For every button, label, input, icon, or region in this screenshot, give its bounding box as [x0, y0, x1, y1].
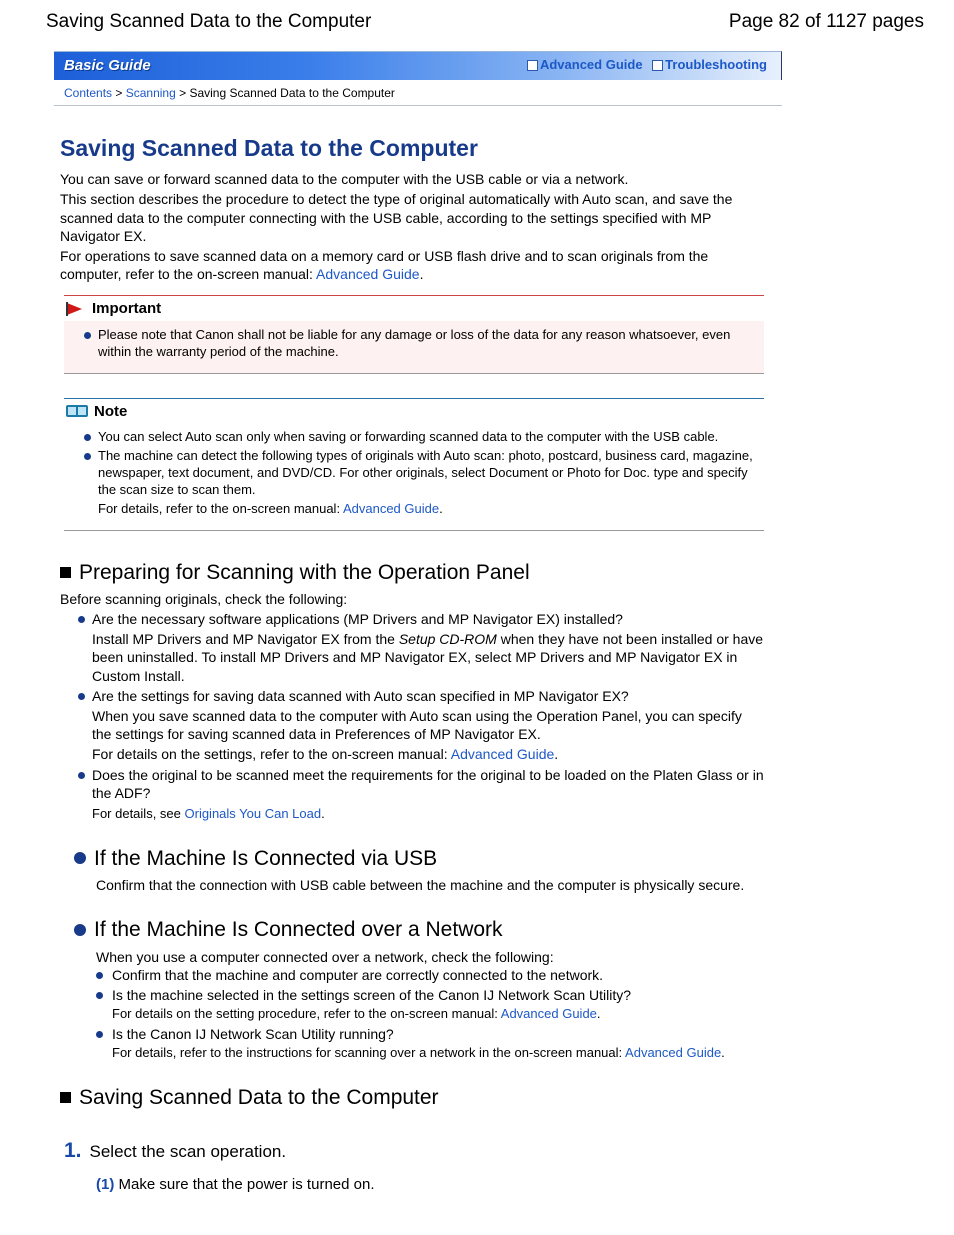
important-body: Please note that Canon shall not be liab… — [64, 321, 764, 374]
prep-b3-tail: For details, see Originals You Can Load. — [60, 806, 764, 823]
substep-1-num: (1) — [96, 1176, 114, 1193]
net-b2-tail-text: For details on the setting procedure, re… — [112, 1006, 501, 1021]
net-intro: When you use a computer connected over a… — [96, 948, 764, 966]
advanced-guide-link[interactable]: Advanced Guide — [316, 266, 420, 282]
net-b3-tail-text: For details, refer to the instructions f… — [112, 1045, 625, 1060]
net-b3-tail: For details, refer to the instructions f… — [96, 1045, 764, 1062]
net-b2: Is the machine selected in the settings … — [96, 986, 764, 1004]
prep-b1-sub: Install MP Drivers and MP Navigator EX f… — [60, 630, 764, 685]
doc-title-header: Saving Scanned Data to the Computer — [46, 10, 371, 35]
net-body: When you use a computer connected over a… — [96, 948, 764, 1063]
step-1-num: 1. — [64, 1137, 82, 1164]
intro-p3: For operations to save scanned data on a… — [60, 247, 764, 283]
prep-b2-sub: When you save scanned data to the comput… — [60, 707, 764, 743]
guide-bar: Basic Guide Advanced Guide Troubleshooti… — [54, 51, 782, 80]
important-callout: Important Please note that Canon shall n… — [64, 295, 764, 373]
breadcrumb-current: Saving Scanned Data to the Computer — [189, 86, 394, 100]
important-text: Please note that Canon shall not be liab… — [84, 327, 754, 361]
note-body: You can select Auto scan only when savin… — [64, 423, 764, 530]
prep-intro: Before scanning originals, check the fol… — [60, 590, 764, 608]
net-heading: If the Machine Is Connected over a Netwo… — [74, 916, 764, 943]
square-bullet-icon — [60, 567, 71, 578]
square-icon — [527, 60, 538, 71]
substep-1-text: Make sure that the power is turned on. — [114, 1176, 374, 1193]
circle-bullet-icon — [74, 924, 86, 936]
book-icon — [66, 404, 88, 418]
important-label: Important — [92, 299, 161, 319]
guide-bar-links: Advanced Guide Troubleshooting — [527, 57, 773, 74]
guide-bar-title: Basic Guide — [64, 56, 151, 76]
advanced-guide-link[interactable]: Advanced Guide — [540, 57, 643, 72]
note-label: Note — [94, 402, 127, 422]
save-heading: Saving Scanned Data to the Computer — [60, 1084, 764, 1111]
originals-link[interactable]: Originals You Can Load — [185, 806, 322, 821]
page-indicator: Page 82 of 1127 pages — [729, 10, 924, 35]
advanced-guide-link[interactable]: Advanced Guide — [451, 746, 555, 762]
circle-bullet-icon — [74, 852, 86, 864]
advanced-guide-link[interactable]: Advanced Guide — [343, 501, 439, 516]
intro-p1: You can save or forward scanned data to … — [60, 170, 764, 188]
note-b2-tail: For details, refer to the on-screen manu… — [84, 501, 754, 518]
prep-b2-tail-text: For details on the settings, refer to th… — [92, 746, 451, 762]
step-1: 1. Select the scan operation. — [64, 1137, 764, 1164]
usb-heading: If the Machine Is Connected via USB — [74, 845, 764, 872]
prep-heading: Preparing for Scanning with the Operatio… — [60, 559, 764, 586]
setup-cdrom-text: Setup CD-ROM — [399, 631, 497, 647]
save-heading-text: Saving Scanned Data to the Computer — [79, 1084, 439, 1111]
note-callout: Note You can select Auto scan only when … — [64, 398, 764, 531]
note-b2-tail-text: For details, refer to the on-screen manu… — [98, 501, 343, 516]
prep-b1-sub-a: Install MP Drivers and MP Navigator EX f… — [92, 631, 399, 647]
note-head: Note — [64, 399, 764, 424]
note-b2: The machine can detect the following typ… — [84, 448, 754, 499]
breadcrumb-scanning[interactable]: Scanning — [126, 86, 176, 100]
net-b3: Is the Canon IJ Network Scan Utility run… — [96, 1025, 764, 1043]
divider — [54, 105, 782, 106]
important-head: Important — [64, 296, 764, 321]
net-b1: Confirm that the machine and computer ar… — [96, 966, 764, 984]
square-bullet-icon — [60, 1092, 71, 1103]
net-b2-tail: For details on the setting procedure, re… — [96, 1006, 764, 1023]
step-1-text: Select the scan operation. — [90, 1141, 287, 1163]
prep-heading-text: Preparing for Scanning with the Operatio… — [79, 559, 530, 586]
square-icon — [652, 60, 663, 71]
prep-b2-tail: For details on the settings, refer to th… — [60, 745, 764, 763]
note-b1: You can select Auto scan only when savin… — [84, 429, 754, 446]
prep-b3-tail-text: For details, see — [92, 806, 185, 821]
breadcrumb-contents[interactable]: Contents — [64, 86, 112, 100]
intro-p2: This section describes the procedure to … — [60, 190, 764, 245]
usb-heading-text: If the Machine Is Connected via USB — [94, 845, 437, 872]
prep-list: Are the necessary software applications … — [60, 610, 764, 823]
flag-icon — [66, 302, 86, 316]
prep-b1: Are the necessary software applications … — [60, 610, 764, 628]
troubleshooting-link[interactable]: Troubleshooting — [665, 57, 767, 72]
usb-body: Confirm that the connection with USB cab… — [96, 876, 764, 894]
prep-b2: Are the settings for saving data scanned… — [60, 687, 764, 705]
substep-1: (1) Make sure that the power is turned o… — [96, 1175, 764, 1195]
content-area: Saving Scanned Data to the Computer You … — [60, 134, 764, 1194]
page-header-row: Saving Scanned Data to the Computer Page… — [46, 10, 924, 35]
breadcrumb: Contents > Scanning > Saving Scanned Dat… — [64, 86, 924, 102]
prep-b3: Does the original to be scanned meet the… — [60, 766, 764, 802]
page-root: Saving Scanned Data to the Computer Page… — [0, 0, 954, 1234]
page-title: Saving Scanned Data to the Computer — [60, 134, 764, 164]
advanced-guide-link[interactable]: Advanced Guide — [625, 1045, 721, 1060]
advanced-guide-link[interactable]: Advanced Guide — [501, 1006, 597, 1021]
net-heading-text: If the Machine Is Connected over a Netwo… — [94, 916, 503, 943]
